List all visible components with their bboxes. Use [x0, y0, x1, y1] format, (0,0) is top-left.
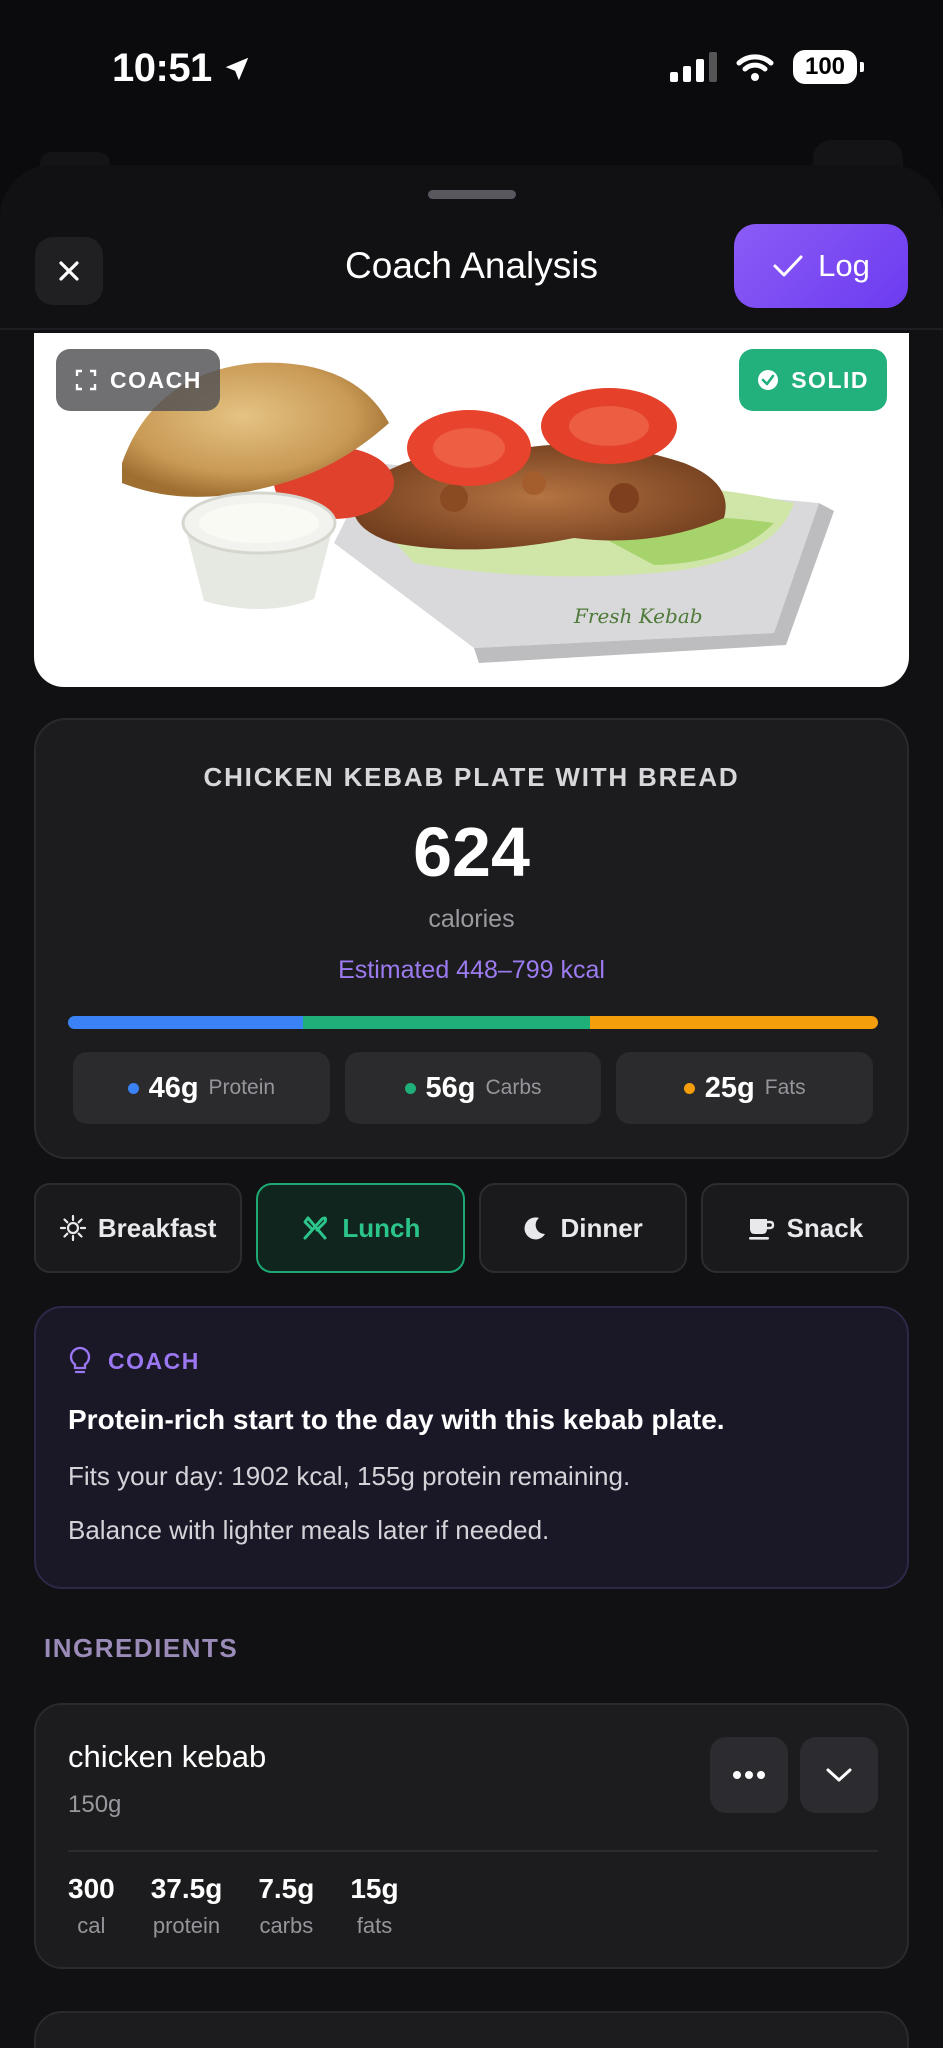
scan-frame-icon — [75, 369, 97, 391]
status-time: 10:51 — [112, 46, 252, 91]
stat-label: protein — [152, 1913, 221, 1938]
carbs-pill: 56g Carbs — [344, 1052, 602, 1124]
ingredient-card: chicken kebab 150g 300 cal 37.5g protein… — [34, 1703, 909, 1969]
meal-type-label: Breakfast — [97, 1212, 217, 1243]
carbs-label: Carbs — [485, 1076, 542, 1099]
fats-value: 25g — [704, 1071, 755, 1104]
meal-type-snack[interactable]: Snack — [700, 1183, 909, 1273]
utensils-icon — [303, 1216, 328, 1240]
protein-pill: 46g Protein — [73, 1052, 330, 1124]
ingredient-more-button[interactable] — [710, 1737, 788, 1813]
macro-pills: 46g Protein 56g Carbs 25g Fats — [73, 1052, 874, 1124]
sun-icon — [59, 1215, 86, 1241]
stat-value: 7.5g — [258, 1873, 315, 1904]
coach-chip-label: COACH — [110, 366, 202, 393]
meal-type-label: Dinner — [560, 1212, 643, 1243]
sheet-header: Coach Analysis Log — [0, 222, 943, 330]
meal-type-selector: Breakfast Lunch Dinner Snack — [34, 1183, 909, 1273]
stat-label: fats — [356, 1913, 393, 1938]
cellular-signal-icon — [670, 52, 717, 82]
quality-badge-label: SOLID — [791, 366, 869, 393]
ingredient-calories: 300 cal — [68, 1873, 115, 1939]
checkmark-icon — [773, 255, 803, 277]
ingredient-weight: 150g — [68, 1791, 122, 1818]
chevron-down-icon — [826, 1768, 852, 1782]
protein-label: Protein — [208, 1076, 276, 1099]
protein-value: 46g — [148, 1071, 199, 1104]
coach-headline: Protein-rich start to the day with this … — [68, 1404, 725, 1435]
carbs-segment — [302, 1016, 591, 1029]
log-label: Log — [818, 248, 870, 283]
nutrition-summary-card: CHICKEN KEBAB PLATE WITH BREAD 624 calor… — [34, 718, 909, 1159]
protein-dot — [127, 1082, 139, 1094]
ingredient-protein: 37.5g protein — [151, 1873, 223, 1939]
ingredient-name: chicken kebab — [68, 1739, 267, 1774]
stat-label: cal — [77, 1913, 106, 1938]
fats-label: Fats — [764, 1076, 806, 1099]
wifi-icon — [736, 54, 774, 81]
coach-insight-card: COACH Protein-rich start to the day with… — [34, 1306, 909, 1589]
meal-type-dinner[interactable]: Dinner — [478, 1183, 687, 1273]
header-divider — [0, 328, 943, 330]
ingredient-card-next[interactable] — [34, 2011, 909, 2048]
calorie-value: 624 — [413, 813, 530, 891]
ingredient-fats: 15g fats — [350, 1873, 398, 1939]
analysis-sheet: Coach Analysis Log Fresh Kebab COACH SOL… — [0, 165, 943, 2048]
log-button[interactable]: Log — [734, 224, 908, 308]
quality-badge: SOLID — [739, 349, 887, 411]
ingredient-carbs: 7.5g carbs — [258, 1873, 314, 1939]
calorie-estimate-range: Estimated 448–799 kcal — [338, 956, 605, 984]
coach-label: COACH — [108, 1347, 200, 1374]
ingredient-stats: 300 cal 37.5g protein 7.5g carbs 15g fat… — [68, 1873, 399, 1939]
status-bar: 10:51 100 — [0, 0, 943, 140]
calorie-unit: calories — [428, 905, 515, 933]
coach-header: COACH — [68, 1346, 200, 1376]
carbs-dot — [404, 1082, 416, 1094]
protein-segment — [68, 1016, 303, 1029]
coach-advice-text: Balance with lighter meals later if need… — [68, 1515, 550, 1545]
meal-type-label: Lunch — [342, 1212, 421, 1243]
stat-value: 300 — [68, 1873, 115, 1904]
fats-pill: 25g Fats — [616, 1052, 874, 1124]
coach-scan-chip[interactable]: COACH — [56, 349, 220, 411]
food-photo: Fresh Kebab COACH SOLID — [34, 333, 909, 687]
time-text: 10:51 — [112, 46, 212, 90]
ingredient-expand-button[interactable] — [800, 1737, 878, 1813]
stat-value: 37.5g — [150, 1873, 223, 1904]
meal-type-label: Snack — [786, 1212, 864, 1243]
svg-text:Fresh Kebab: Fresh Kebab — [573, 604, 703, 628]
lightbulb-icon — [69, 1346, 91, 1374]
more-dots-icon — [733, 1771, 765, 1779]
meal-type-lunch[interactable]: Lunch — [256, 1183, 465, 1273]
stat-label: carbs — [259, 1913, 314, 1938]
fats-dot — [683, 1082, 695, 1094]
moon-icon — [524, 1217, 546, 1240]
meal-type-breakfast[interactable]: Breakfast — [34, 1183, 243, 1273]
sheet-grabber[interactable] — [428, 190, 516, 199]
carbs-value: 56g — [425, 1071, 476, 1104]
stat-value: 15g — [350, 1873, 399, 1904]
cup-icon — [748, 1219, 774, 1240]
check-circle-icon — [758, 370, 779, 390]
status-indicators: 100 — [670, 50, 864, 84]
coach-remaining-text: Fits your day: 1902 kcal, 155g protein r… — [68, 1461, 631, 1491]
location-arrow-icon — [225, 57, 249, 80]
fats-segment — [590, 1016, 878, 1029]
ingredients-heading: INGREDIENTS — [44, 1633, 239, 1663]
battery-indicator: 100 — [793, 50, 864, 84]
ingredient-divider — [68, 1850, 878, 1852]
macro-distribution-bar — [68, 1016, 878, 1029]
meal-name: CHICKEN KEBAB PLATE WITH BREAD — [203, 762, 740, 792]
